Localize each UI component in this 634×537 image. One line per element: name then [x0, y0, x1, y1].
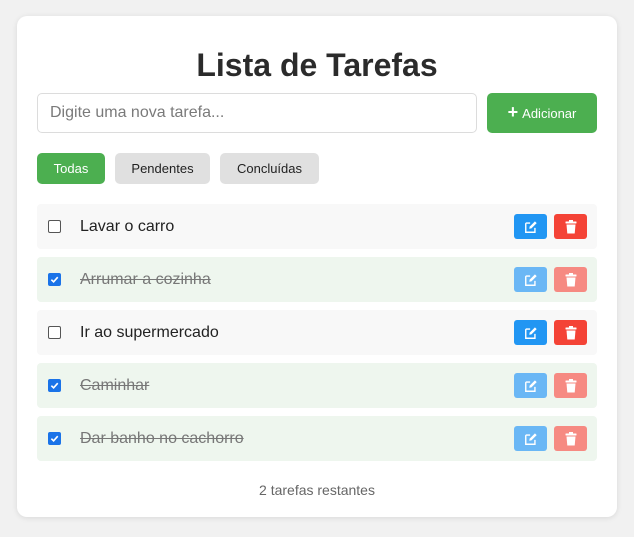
trash-icon	[565, 219, 576, 233]
task-row: Arrumar a cozinha	[37, 257, 597, 302]
edit-task-button[interactable]	[514, 373, 547, 398]
edit-task-button[interactable]	[514, 214, 547, 239]
todo-card: Lista de Tarefas + Adicionar Todas Pende…	[17, 16, 617, 517]
edit-pencil-icon	[524, 273, 537, 286]
delete-task-button[interactable]	[554, 267, 587, 292]
trash-icon	[565, 378, 576, 392]
task-text: Lavar o carro	[80, 218, 175, 235]
remaining-count: 2 tarefas restantes	[259, 482, 375, 498]
delete-task-button[interactable]	[554, 373, 587, 398]
task-list: Lavar o carro Arrumar a cozinha Ir ao su…	[37, 204, 597, 469]
edit-task-button[interactable]	[514, 426, 547, 451]
trash-icon	[565, 431, 576, 445]
filter-bar: Todas Pendentes Concluídas	[37, 153, 319, 184]
task-checkbox[interactable]	[48, 432, 61, 445]
task-checkbox[interactable]	[48, 273, 61, 286]
filter-pending-button[interactable]: Pendentes	[115, 153, 210, 184]
trash-icon	[565, 325, 576, 339]
edit-task-button[interactable]	[514, 267, 547, 292]
delete-task-button[interactable]	[554, 426, 587, 451]
delete-task-button[interactable]	[554, 320, 587, 345]
trash-icon	[565, 272, 576, 286]
edit-pencil-icon	[524, 432, 537, 445]
page-title: Lista de Tarefas	[196, 47, 438, 83]
edit-pencil-icon	[524, 326, 537, 339]
task-text: Caminhar	[80, 377, 150, 394]
task-text: Arrumar a cozinha	[80, 271, 211, 288]
task-checkbox[interactable]	[48, 220, 61, 233]
filter-completed-button[interactable]: Concluídas	[220, 153, 319, 184]
filter-all-button[interactable]: Todas	[37, 153, 105, 184]
task-row: Caminhar	[37, 363, 597, 408]
edit-pencil-icon	[524, 220, 537, 233]
plus-icon: +	[507, 102, 519, 122]
task-checkbox[interactable]	[48, 379, 61, 392]
add-task-button[interactable]: + Adicionar	[487, 93, 597, 133]
add-button-label: Adicionar	[522, 105, 577, 121]
task-row: Lavar o carro	[37, 204, 597, 249]
task-text: Dar banho no cachorro	[80, 430, 244, 447]
task-row: Dar banho no cachorro	[37, 416, 597, 461]
task-row: Ir ao supermercado	[37, 310, 597, 355]
edit-task-button[interactable]	[514, 320, 547, 345]
new-task-input[interactable]	[37, 93, 477, 133]
delete-task-button[interactable]	[554, 214, 587, 239]
edit-pencil-icon	[524, 379, 537, 392]
task-checkbox[interactable]	[48, 326, 61, 339]
task-text: Ir ao supermercado	[80, 324, 219, 341]
